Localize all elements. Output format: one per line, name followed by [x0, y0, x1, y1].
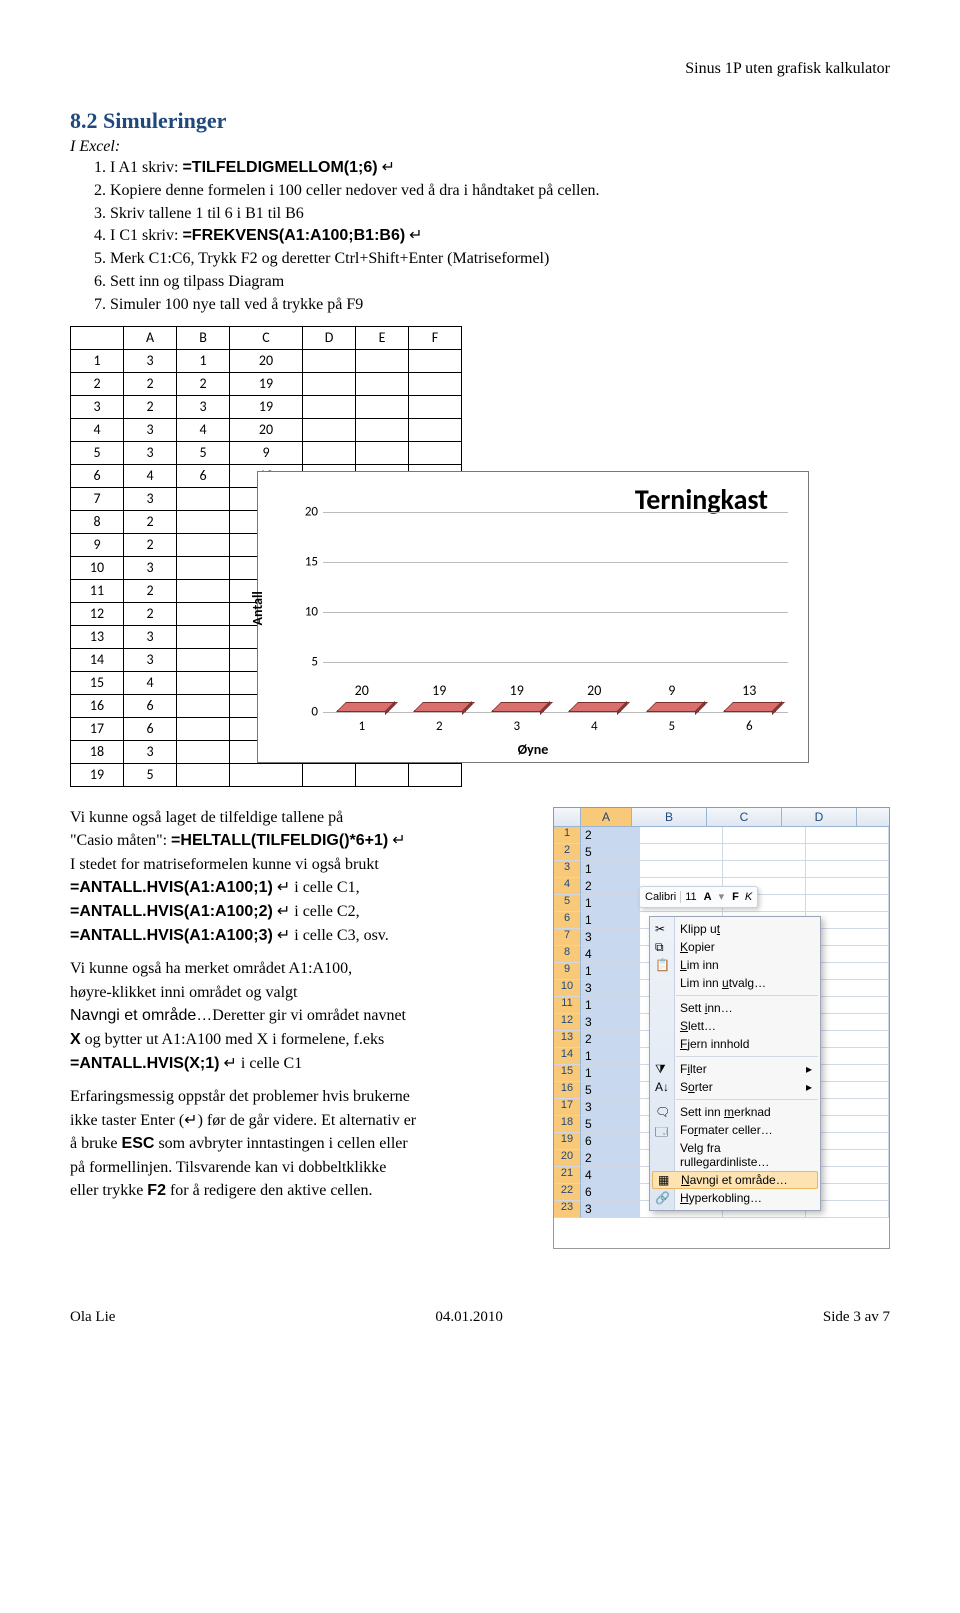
chart-xlabel: Øyne	[518, 741, 549, 758]
cut-icon: ✂	[655, 922, 669, 936]
excel-contextmenu-screenshot: ABCD122531425161738491103111123132141151…	[553, 807, 890, 1249]
chart-ylabel: Antall	[249, 591, 266, 625]
chart-plot-area: 0510152020191920913123456	[323, 512, 788, 712]
text: for å redigere den aktive cellen.	[166, 1182, 373, 1199]
key: ESC	[122, 1135, 155, 1152]
in-excel-label: I Excel:	[70, 138, 120, 155]
text: Erfaringsmessig oppstår det problemer hv…	[70, 1088, 410, 1105]
context-menu-item[interactable]: 🗨Sett inn merknad	[650, 1103, 820, 1121]
text: som avbryter inntastingen i cellen eller	[154, 1135, 407, 1152]
text: X	[70, 1031, 81, 1048]
context-menu-item[interactable]: Velg fra rullegardinliste…	[650, 1139, 820, 1171]
page-header-title: Sinus 1P uten grafisk kalkulator	[70, 60, 890, 78]
context-menu-item[interactable]: 🔗Hyperkobling…	[650, 1189, 820, 1207]
comment-icon: 🗨	[655, 1105, 669, 1119]
context-menu-item[interactable]: Lim inn utvalg…	[650, 974, 820, 992]
text: Vi kunne også laget de tilfeldige tallen…	[70, 809, 343, 826]
bar-chart: Terningkast Antall Øyne 0510152020191920…	[257, 471, 809, 763]
copy-icon: ⧉	[655, 940, 669, 954]
text: I stedet for matriseformelen kunne vi og…	[70, 856, 379, 873]
text: "Casio måten":	[70, 832, 171, 849]
text: og bytter ut A1:A100 med X i formelene, …	[81, 1031, 385, 1048]
context-menu-item[interactable]: ⧩Filter▸	[650, 1060, 820, 1078]
intro-block: I Excel: I A1 skriv: =TILFELDIGMELLOM(1;…	[70, 138, 890, 316]
step-item: I A1 skriv: =TILFELDIGMELLOM(1;6) ↵	[110, 158, 890, 179]
formula: =ANTALL.HVIS(A1:A100;2)	[70, 903, 273, 920]
section-title: 8.2 Simuleringer	[70, 108, 890, 134]
key: F2	[147, 1182, 166, 1199]
filter-icon: ⧩	[655, 1062, 669, 1076]
step-item: Kopiere denne formelen i 100 celler nedo…	[110, 181, 890, 202]
link-icon: 🔗	[655, 1191, 669, 1205]
context-menu-item[interactable]: ✂Klipp ut	[650, 920, 820, 938]
text: høyre-klikket inni området og valgt	[70, 984, 298, 1001]
lower-text: Vi kunne også laget de tilfeldige tallen…	[70, 807, 535, 1249]
context-menu-item[interactable]: ⧉Kopier	[650, 938, 820, 956]
footer-right: Side 3 av 7	[823, 1309, 890, 1326]
format-icon: 🗔	[655, 1123, 669, 1137]
steps-list: I A1 skriv: =TILFELDIGMELLOM(1;6) ↵Kopie…	[70, 158, 890, 316]
text: ↵ i celle C2,	[273, 903, 360, 920]
step-item: Merk C1:C6, Trykk F2 og deretter Ctrl+Sh…	[110, 249, 890, 270]
text: ↵ i celle C1	[219, 1055, 302, 1072]
context-menu-item[interactable]: Slett…	[650, 1017, 820, 1035]
text: ↵ i celle C3, osv.	[273, 927, 389, 944]
text: eller trykke	[70, 1182, 147, 1199]
context-menu-item[interactable]: A↓Sorter▸	[650, 1078, 820, 1096]
paste-icon: 📋	[655, 958, 669, 972]
figure-row: ABCDEF1312022219323194342053596461373829…	[70, 326, 890, 787]
text: å bruke	[70, 1135, 122, 1152]
formula: =ANTALL.HVIS(X;1)	[70, 1055, 219, 1072]
footer-center: 04.01.2010	[435, 1309, 503, 1326]
step-item: Skriv tallene 1 til 6 i B1 til B6	[110, 204, 890, 225]
context-menu-item[interactable]: Sett inn…	[650, 999, 820, 1017]
context-menu[interactable]: ✂Klipp ut⧉Kopier📋Lim innLim inn utvalg… S…	[649, 916, 821, 1211]
sort-icon: A↓	[655, 1080, 669, 1094]
context-menu-item[interactable]: 📋Lim inn	[650, 956, 820, 974]
menu-name: Navngi et område…	[70, 1007, 212, 1024]
formula: =ANTALL.HVIS(A1:A100;3)	[70, 927, 273, 944]
text: ↵ i celle C1,	[273, 879, 360, 896]
formula: =ANTALL.HVIS(A1:A100;1)	[70, 879, 273, 896]
step-item: Sett inn og tilpass Diagram	[110, 272, 890, 293]
page-footer: Ola Lie 04.01.2010 Side 3 av 7	[70, 1309, 890, 1326]
footer-left: Ola Lie	[70, 1309, 115, 1326]
text: Vi kunne også ha merket området A1:A100,	[70, 960, 352, 977]
name-icon: ▦	[658, 1173, 672, 1187]
context-menu-item[interactable]: ▦Navngi et område…	[652, 1171, 818, 1189]
context-menu-item[interactable]: 🗔Formater celler…	[650, 1121, 820, 1139]
lower-row: Vi kunne også laget de tilfeldige tallen…	[70, 807, 890, 1249]
step-item: Simuler 100 nye tall ved å trykke på F9	[110, 295, 890, 316]
context-menu-item[interactable]: Fjern innhold	[650, 1035, 820, 1053]
text: Deretter gir vi området navnet	[212, 1007, 406, 1024]
text: ↵	[388, 832, 405, 849]
step-item: I C1 skriv: =FREKVENS(A1:A100;B1:B6) ↵	[110, 226, 890, 247]
mini-toolbar[interactable]: Calibri11A▾FK	[639, 886, 758, 908]
text: ikke taster Enter (↵) før de går videre.…	[70, 1112, 416, 1129]
formula: =HELTALL(TILFELDIG()*6+1)	[171, 832, 388, 849]
text: på formellinjen. Tilsvarende kan vi dobb…	[70, 1159, 386, 1176]
